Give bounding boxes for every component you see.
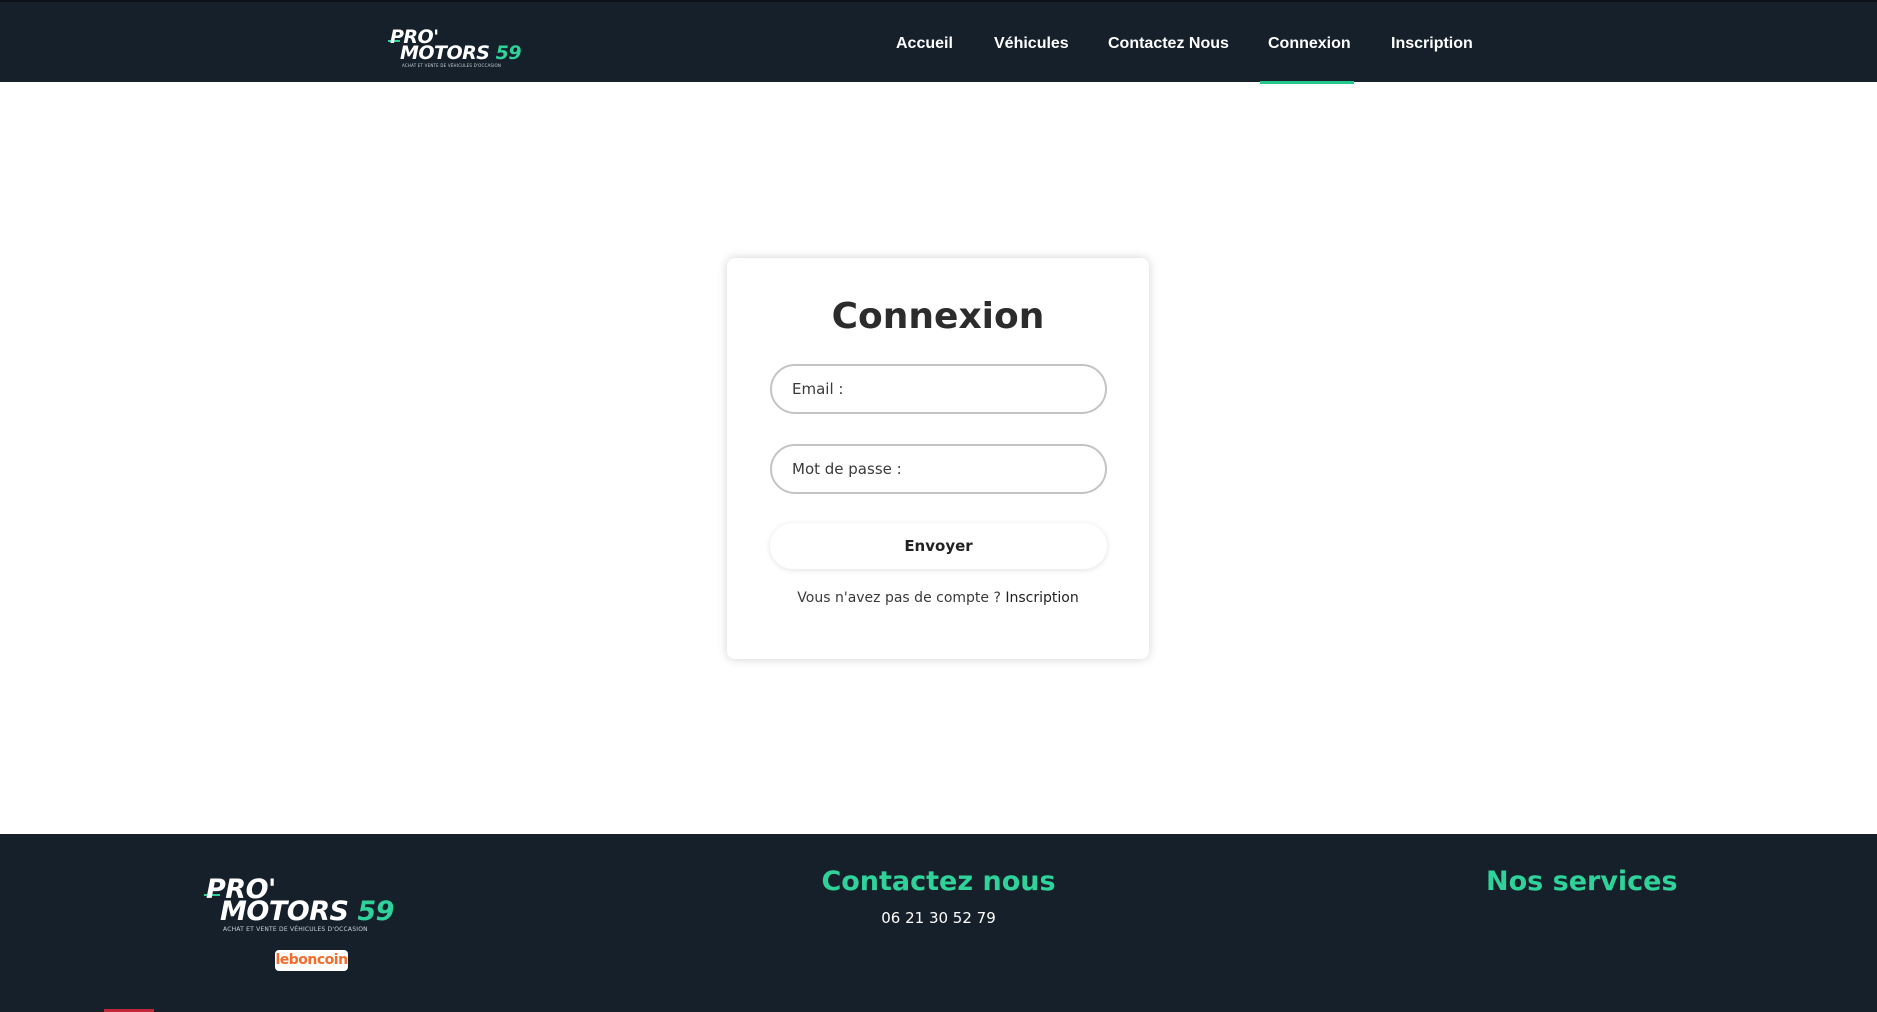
logo-tagline: ACHAT ET VENTE DE VÉHICULES D'OCCASION [223, 926, 368, 933]
top-navbar: PRO' MOTORS 59 ACHAT ET VENTE DE VÉHICUL… [0, 0, 1877, 84]
password-input[interactable] [770, 444, 1107, 494]
submit-button[interactable]: Envoyer [770, 523, 1107, 569]
email-input[interactable] [770, 364, 1107, 414]
main-menu: Accueil Véhicules Contactez Nous Connexi… [0, 2, 1877, 84]
login-title: Connexion [831, 296, 1045, 337]
nav-link-connexion[interactable]: Connexion [1268, 35, 1351, 53]
leboncoin-badge[interactable]: leboncoin [275, 950, 348, 971]
footer-phone-number: 06 21 30 52 79 [881, 909, 996, 927]
nav-link-vehicules[interactable]: Véhicules [994, 35, 1069, 53]
signup-link[interactable]: Inscription [1005, 590, 1078, 606]
nav-link-accueil[interactable]: Accueil [896, 35, 953, 53]
signup-prompt: Vous n'avez pas de compte ? Inscription [727, 590, 1149, 606]
login-card: Connexion Envoyer Vous n'avez pas de com… [727, 258, 1149, 659]
site-footer: PRO' MOTORS 59 ACHAT ET VENTE DE VÉHICUL… [0, 834, 1877, 1012]
footer-services-title: Nos services [1486, 866, 1678, 897]
nav-link-contact[interactable]: Contactez Nous [1108, 35, 1229, 53]
active-nav-indicator [1260, 81, 1354, 84]
signup-prompt-text: Vous n'avez pas de compte ? [797, 590, 1006, 606]
nav-link-inscription[interactable]: Inscription [1391, 35, 1473, 53]
